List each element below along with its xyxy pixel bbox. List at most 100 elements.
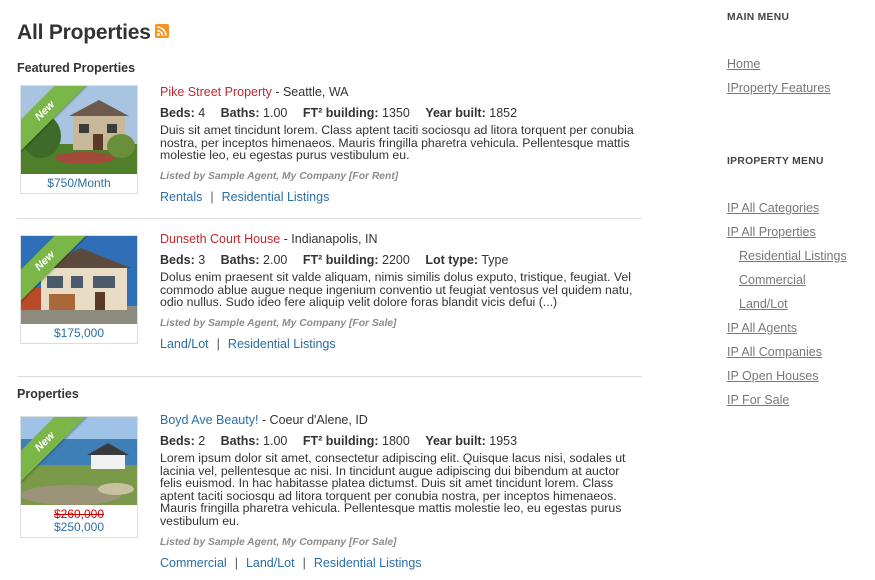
stat-label: Baths:: [220, 253, 260, 267]
listing-title-link[interactable]: Boyd Ave Beauty!: [160, 413, 258, 427]
listing-title-link[interactable]: Dunseth Court House: [160, 232, 280, 246]
stat-baths: Baths: 2.00: [221, 253, 288, 267]
category-link-residential[interactable]: Residential Listings: [222, 190, 330, 204]
stat-label: FT² building:: [302, 106, 379, 120]
listing-thumbnail-box[interactable]: New $750/Month: [20, 85, 138, 194]
stat-value: 2200: [382, 253, 410, 267]
listing-location: - Seattle, WA: [271, 85, 349, 99]
stat-year-built: Year built: 1852: [425, 106, 517, 120]
menu-item-commercial[interactable]: Commercial: [739, 273, 806, 287]
category-link-rentals[interactable]: Rentals: [160, 190, 202, 204]
properties-heading: Properties: [17, 387, 79, 401]
stat-sqft: FT² building: 1800: [303, 434, 410, 448]
listing-info: Boyd Ave Beauty! - Coeur d'Alene, ID Bed…: [160, 413, 642, 570]
category-link-residential[interactable]: Residential Listings: [228, 337, 336, 351]
price-value: $250,000: [53, 520, 105, 534]
category-link-land-lot[interactable]: Land/Lot: [246, 556, 295, 570]
listing-info: Pike Street Property - Seattle, WA Beds:…: [160, 85, 642, 204]
listing-description: Duis sit amet tincidunt lorem. Class apt…: [160, 123, 634, 163]
menu-item-ip-open-houses[interactable]: IP Open Houses: [727, 369, 819, 383]
page-title: All Properties: [17, 21, 169, 45]
stat-label: Baths:: [220, 434, 260, 448]
listing-price: $175,000: [21, 324, 137, 343]
menu-item-ip-all-agents[interactable]: IP All Agents: [727, 321, 797, 335]
stat-year-built: Year built: 1953: [425, 434, 517, 448]
listing-location: - Coeur d'Alene, ID: [258, 413, 368, 427]
listing-photo[interactable]: New: [21, 86, 137, 174]
stat-value: 2: [198, 434, 206, 448]
stat-value: 3: [198, 253, 206, 267]
stat-sqft: FT² building: 1350: [303, 106, 410, 120]
listing-thumbnail-box[interactable]: New $260,000 $250,000: [20, 416, 138, 538]
stat-value: Type: [481, 253, 509, 267]
listing-agent: Listed by Sample Agent, My Company [For …: [160, 317, 397, 329]
listing-photo[interactable]: New: [21, 236, 137, 324]
listing-price: $750/Month: [21, 174, 137, 193]
stat-beds: Beds: 4: [160, 106, 205, 120]
stat-sqft: FT² building: 2200: [303, 253, 410, 267]
listing-thumbnail-box[interactable]: New $175,000: [20, 235, 138, 344]
category-separator: |: [302, 555, 306, 570]
listing-info: Dunseth Court House - Indianapolis, IN B…: [160, 232, 642, 351]
category-link-residential[interactable]: Residential Listings: [314, 556, 422, 570]
menu-item-home[interactable]: Home: [727, 57, 760, 71]
menu-item-ip-all-categories[interactable]: IP All Categories: [727, 201, 819, 215]
iproperty-menu-heading: IPROPERTY MENU: [727, 156, 824, 167]
listing-agent: Listed by Sample Agent, My Company [For …: [160, 170, 399, 182]
listing-agent: Listed by Sample Agent, My Company [For …: [160, 536, 397, 548]
listing-description: Dolus enim praesent sit valde aliquam, n…: [160, 270, 633, 310]
page-title-text: All Properties: [17, 21, 151, 44]
listing-title-line: Pike Street Property - Seattle, WA: [160, 85, 642, 99]
stat-label: Year built:: [425, 106, 486, 120]
listing-price: $260,000 $250,000: [21, 505, 137, 537]
stat-label: Lot type:: [425, 253, 479, 267]
stat-label: Baths:: [220, 106, 260, 120]
listing-stats: Beds: 2 Baths: 1.00 FT² building: 1800 Y…: [160, 434, 642, 448]
price-value: $175,000: [53, 326, 105, 340]
stat-value: 1852: [489, 106, 518, 120]
listing-categories: Rentals | Residential Listings: [160, 190, 642, 204]
category-separator: |: [210, 189, 214, 204]
stat-value: 1953: [489, 434, 518, 448]
listing-title-link[interactable]: Pike Street Property: [160, 85, 272, 99]
listing-photo[interactable]: New: [21, 417, 137, 505]
stat-label: Beds:: [160, 434, 195, 448]
stat-label: Year built:: [425, 434, 486, 448]
stat-label: FT² building:: [302, 253, 379, 267]
stat-baths: Baths: 1.00: [221, 434, 288, 448]
stat-lot-type: Lot type: Type: [425, 253, 508, 267]
main-menu-heading: MAIN MENU: [727, 12, 790, 23]
stat-value: 1.00: [263, 434, 288, 448]
category-link-commercial[interactable]: Commercial: [160, 556, 227, 570]
listing-location: - Indianapolis, IN: [280, 232, 378, 246]
category-separator: |: [234, 555, 238, 570]
menu-item-land-lot[interactable]: Land/Lot: [739, 297, 788, 311]
listing-stats: Beds: 4 Baths: 1.00 FT² building: 1350 Y…: [160, 106, 642, 120]
stat-label: Beds:: [160, 253, 195, 267]
category-link-land-lot[interactable]: Land/Lot: [160, 337, 209, 351]
stat-baths: Baths: 1.00: [221, 106, 288, 120]
stat-value: 1800: [382, 434, 410, 448]
listing-stats: Beds: 3 Baths: 2.00 FT² building: 2200 L…: [160, 253, 642, 267]
stat-value: 4: [198, 106, 206, 120]
listing: New $750/Month Pike Street Property - Se…: [17, 85, 642, 219]
stat-label: Beds:: [160, 106, 195, 120]
stat-label: FT² building:: [302, 434, 379, 448]
listing-categories: Commercial | Land/Lot | Residential Listings: [160, 556, 642, 570]
stat-beds: Beds: 3: [160, 253, 205, 267]
price-value: $750/Month: [47, 176, 111, 190]
menu-item-residential-listings[interactable]: Residential Listings: [739, 249, 847, 263]
menu-item-iproperty-features[interactable]: IProperty Features: [727, 81, 831, 95]
listing-categories: Land/Lot | Residential Listings: [160, 337, 642, 351]
stat-value: 2.00: [263, 253, 288, 267]
stat-value: 1.00: [263, 106, 288, 120]
listing-title-line: Boyd Ave Beauty! - Coeur d'Alene, ID: [160, 413, 642, 427]
menu-item-ip-all-properties[interactable]: IP All Properties: [727, 225, 816, 239]
menu-item-ip-all-companies[interactable]: IP All Companies: [727, 345, 822, 359]
category-separator: |: [216, 336, 220, 351]
menu-item-ip-for-sale[interactable]: IP For Sale: [727, 393, 789, 407]
rss-icon[interactable]: [154, 24, 169, 38]
listing: New $175,000 Dunseth Court House - India…: [17, 232, 642, 377]
featured-heading: Featured Properties: [17, 61, 136, 75]
stat-beds: Beds: 2: [160, 434, 205, 448]
